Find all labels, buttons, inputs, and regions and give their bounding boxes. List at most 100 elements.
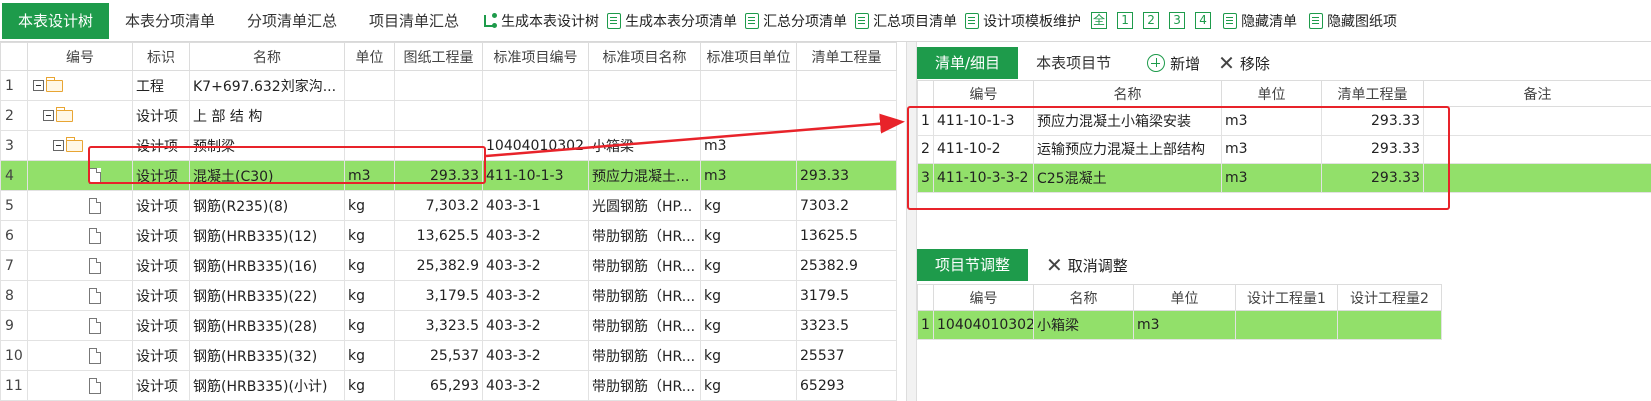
col-header-note[interactable]: 备注	[1423, 80, 1651, 107]
cell-std-unit: m3	[700, 130, 797, 161]
table-row[interactable]: 11 设计项 钢筋(HRB335)(小计) kg 65,293 403-3-2 带肋钢筋（H…	[0, 370, 897, 401]
level-1-button[interactable]: 1	[1117, 12, 1134, 29]
level-2-button[interactable]: 2	[1143, 12, 1160, 29]
row-index-header	[917, 284, 934, 311]
hide-icon	[1309, 12, 1324, 29]
tree-node[interactable]	[27, 370, 133, 401]
cell-name: 钢筋(HRB335)(32)	[189, 340, 345, 371]
col-header-type[interactable]: 标识	[132, 42, 190, 71]
tab-item-list[interactable]: 本表分项清单	[109, 3, 231, 39]
generate-design-tree-button[interactable]: 生成本表设计树	[483, 11, 599, 31]
table-row[interactable]: 9 设计项 钢筋(HRB335)(28) kg 3,323.5 403-3-2 带肋钢筋（H…	[0, 310, 897, 341]
row-index: 1	[917, 310, 934, 340]
col-header-std-code[interactable]: 标准项目编号	[482, 42, 589, 71]
table-row[interactable]: 1 10404010302 小箱梁 m3	[917, 310, 1442, 340]
row-index: 9	[0, 310, 28, 341]
col-header-name[interactable]: 名称	[189, 42, 345, 71]
tab-project-summary[interactable]: 项目清单汇总	[353, 3, 475, 39]
col-header-name[interactable]: 名称	[1033, 284, 1134, 311]
collapse-icon[interactable]	[53, 140, 64, 151]
cell-unit: m3	[1133, 310, 1236, 340]
cell-std-name: 带肋钢筋（HR...	[588, 250, 701, 281]
col-header-std-name[interactable]: 标准项目名称	[588, 42, 701, 71]
col-header-code[interactable]: 编号	[933, 284, 1034, 311]
document-icon	[89, 287, 101, 304]
col-header-list-qty[interactable]: 清单工程量	[796, 42, 897, 71]
cell-name: 钢筋(HRB335)(小计)	[189, 370, 345, 401]
cell-std-name: 小箱梁	[588, 130, 701, 161]
col-header-code[interactable]: 编号	[933, 80, 1034, 107]
col-header-design-qty2[interactable]: 设计工程量2	[1337, 284, 1442, 311]
level-all-button[interactable]: 全	[1091, 12, 1108, 29]
tab-item-summary[interactable]: 分项清单汇总	[231, 3, 353, 39]
cell-name: 上 部 结 构	[189, 100, 345, 131]
col-header-name[interactable]: 名称	[1033, 80, 1222, 107]
col-header-drawing-qty[interactable]: 图纸工程量	[394, 42, 483, 71]
summarize-items-button[interactable]: 汇总分项清单	[745, 11, 847, 31]
tree-node[interactable]	[27, 220, 133, 251]
table-row[interactable]: 7 设计项 钢筋(HRB335)(16) kg 25,382.9 403-3-2 带肋钢筋（…	[0, 250, 897, 281]
design-tree-grid: 编号 标识 名称 单位 图纸工程量 标准项目编号 标准项目名称 标准项目单位 清…	[0, 42, 897, 401]
table-row[interactable]: 6 设计项 钢筋(HRB335)(12) kg 13,625.5 403-3-2 带肋钢筋（…	[0, 220, 897, 251]
tree-node[interactable]	[27, 280, 133, 311]
cell-std-unit: m3	[700, 160, 797, 191]
cell-list-qty: 3323.5	[796, 310, 897, 341]
cell-list-qty: 13625.5	[796, 220, 897, 251]
table-row[interactable]: 8 设计项 钢筋(HRB335)(22) kg 3,179.5 403-3-2 带肋钢筋（H…	[0, 280, 897, 311]
hide-drawing-button[interactable]: 隐藏图纸项	[1309, 11, 1397, 31]
table-row[interactable]: 2 设计项上 部 结 构	[0, 100, 897, 131]
cell-std-unit	[700, 100, 797, 131]
collapse-icon[interactable]	[43, 110, 54, 121]
collapse-icon[interactable]	[33, 80, 44, 91]
tab-section-adjust[interactable]: 项目节调整	[917, 249, 1029, 281]
add-button[interactable]: 新增	[1147, 53, 1200, 74]
col-header-unit[interactable]: 单位	[1221, 80, 1322, 107]
cell-drawing-qty: 7,303.2	[394, 190, 483, 221]
tree-node[interactable]	[27, 70, 133, 101]
list-icon	[607, 12, 622, 29]
tree-node[interactable]	[27, 250, 133, 281]
table-row[interactable]: 5 设计项 钢筋(R235)(8) kg 7,303.2 403-3-1 光圆钢筋（HP..…	[0, 190, 897, 221]
cell-std-code	[482, 70, 589, 101]
tab-design-tree[interactable]: 本表设计树	[2, 2, 110, 39]
hide-list-button[interactable]: 隐藏清单	[1223, 11, 1297, 31]
cell-type: 设计项	[132, 370, 190, 401]
grid-header-row: 编号 标识 名称 单位 图纸工程量 标准项目编号 标准项目名称 标准项目单位 清…	[0, 42, 897, 71]
tab-list-items[interactable]: 清单/细目	[917, 47, 1019, 79]
tree-node[interactable]	[27, 100, 133, 131]
close-icon: ✕	[1046, 253, 1063, 277]
table-row[interactable]: 10 设计项 钢筋(HRB335)(32) kg 25,537 403-3-2 带肋钢筋（H…	[0, 340, 897, 371]
col-header-design-qty1[interactable]: 设计工程量1	[1235, 284, 1338, 311]
col-header-code[interactable]: 编号	[27, 42, 133, 71]
cell-unit: kg	[344, 370, 395, 401]
tree-icon	[483, 12, 498, 29]
close-icon: ✕	[1218, 51, 1235, 75]
col-header-unit[interactable]: 单位	[1133, 284, 1236, 311]
tree-node[interactable]	[27, 310, 133, 341]
list-icon	[745, 12, 760, 29]
cell-std-code: 403-3-2	[482, 340, 589, 371]
tree-node[interactable]	[27, 190, 133, 221]
highlight-box-source	[88, 146, 486, 184]
cell-list-qty	[796, 100, 897, 131]
summarize-project-button[interactable]: 汇总项目清单	[855, 11, 957, 31]
document-icon	[89, 227, 101, 244]
col-header-list-qty[interactable]: 清单工程量	[1321, 80, 1424, 107]
cell-design-qty2	[1337, 310, 1442, 340]
level-3-button[interactable]: 3	[1169, 12, 1186, 29]
col-header-unit[interactable]: 单位	[344, 42, 395, 71]
tree-node[interactable]	[27, 340, 133, 371]
table-row[interactable]: 1 工程 K7+697.632刘家沟...	[0, 70, 897, 101]
cell-design-qty1	[1235, 310, 1338, 340]
col-header-std-unit[interactable]: 标准项目单位	[700, 42, 797, 71]
tab-project-sections[interactable]: 本表项目节	[1018, 47, 1129, 79]
cell-std-unit: kg	[700, 280, 797, 311]
template-maintenance-button[interactable]: 设计项模板维护	[965, 11, 1081, 31]
cancel-adjust-button[interactable]: ✕ 取消调整	[1046, 255, 1128, 276]
level-4-button[interactable]: 4	[1195, 12, 1212, 29]
cell-std-code: 411-10-1-3	[482, 160, 589, 191]
remove-button[interactable]: ✕ 移除	[1218, 53, 1270, 74]
panel-splitter[interactable]	[906, 42, 917, 401]
cell-std-name: 带肋钢筋（HR...	[588, 280, 701, 311]
generate-item-list-button[interactable]: 生成本表分项清单	[607, 11, 737, 31]
